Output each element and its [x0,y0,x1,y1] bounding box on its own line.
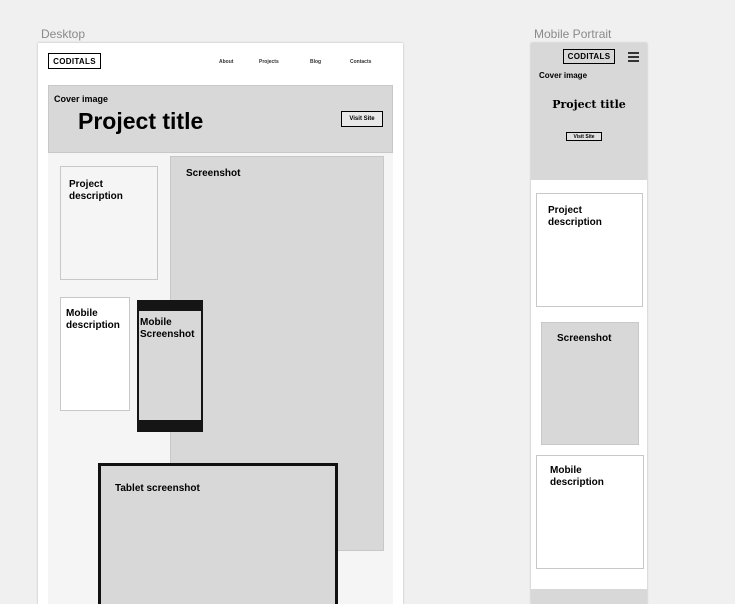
mobile-cover-image: CODITALS Cover image Project title Visit… [531,43,647,180]
mobile-project-title: Project title [552,98,626,111]
project-description-box: Project description [60,166,158,280]
mobile-description-label-mobile: Mobile description [550,465,604,488]
cover-image-label: Cover image [54,94,109,104]
hamburger-icon[interactable] [628,52,639,64]
mobile-project-description-label: Project description [548,205,602,228]
tablet-screenshot-label: Tablet screenshot [115,483,200,494]
mobile-description-label: Mobile description [66,308,120,331]
mobile-screenshot-label: Mobile Screenshot [140,317,195,340]
desktop-logo[interactable]: CODITALS [48,53,101,69]
mobile-artboard[interactable]: CODITALS Cover image Project title Visit… [531,43,647,604]
project-title: Project title [78,108,204,134]
mobile-cover-image-label: Cover image [539,71,588,80]
cover-image: Cover image Project title Visit Site [48,85,393,153]
mobile-artboard-label: Mobile Portrait [534,27,612,41]
tablet-screenshot-placeholder: Tablet screenshot [98,463,338,604]
nav-contacts[interactable]: Contacts [350,59,371,65]
mobile-description-box: Mobile description [60,297,130,411]
mobile-screenshot-label: Screenshot [557,333,612,344]
mobile-project-description-box: Project description [536,193,643,307]
project-description-label: Project description [69,179,123,202]
desktop-artboard[interactable]: CODITALS About Projects Blog Contacts Co… [38,43,403,604]
mobile-footer-placeholder [531,589,647,604]
visit-site-button[interactable]: Visit Site [341,111,383,127]
desktop-artboard-label: Desktop [41,27,86,41]
mobile-screenshot-placeholder: Mobile Screenshot [139,311,201,420]
nav-projects[interactable]: Projects [259,59,279,65]
nav-blog[interactable]: Blog [310,59,321,65]
nav-about[interactable]: About [219,59,233,65]
mobile-description-box-mobile: Mobile description [536,455,644,569]
mobile-screenshot-frame: Mobile Screenshot [137,300,203,432]
mobile-visit-site-button[interactable]: Visit Site [566,132,602,141]
mobile-logo[interactable]: CODITALS [563,49,615,64]
screenshot-label: Screenshot [186,168,241,179]
mobile-screenshot-placeholder: Screenshot [541,322,639,445]
